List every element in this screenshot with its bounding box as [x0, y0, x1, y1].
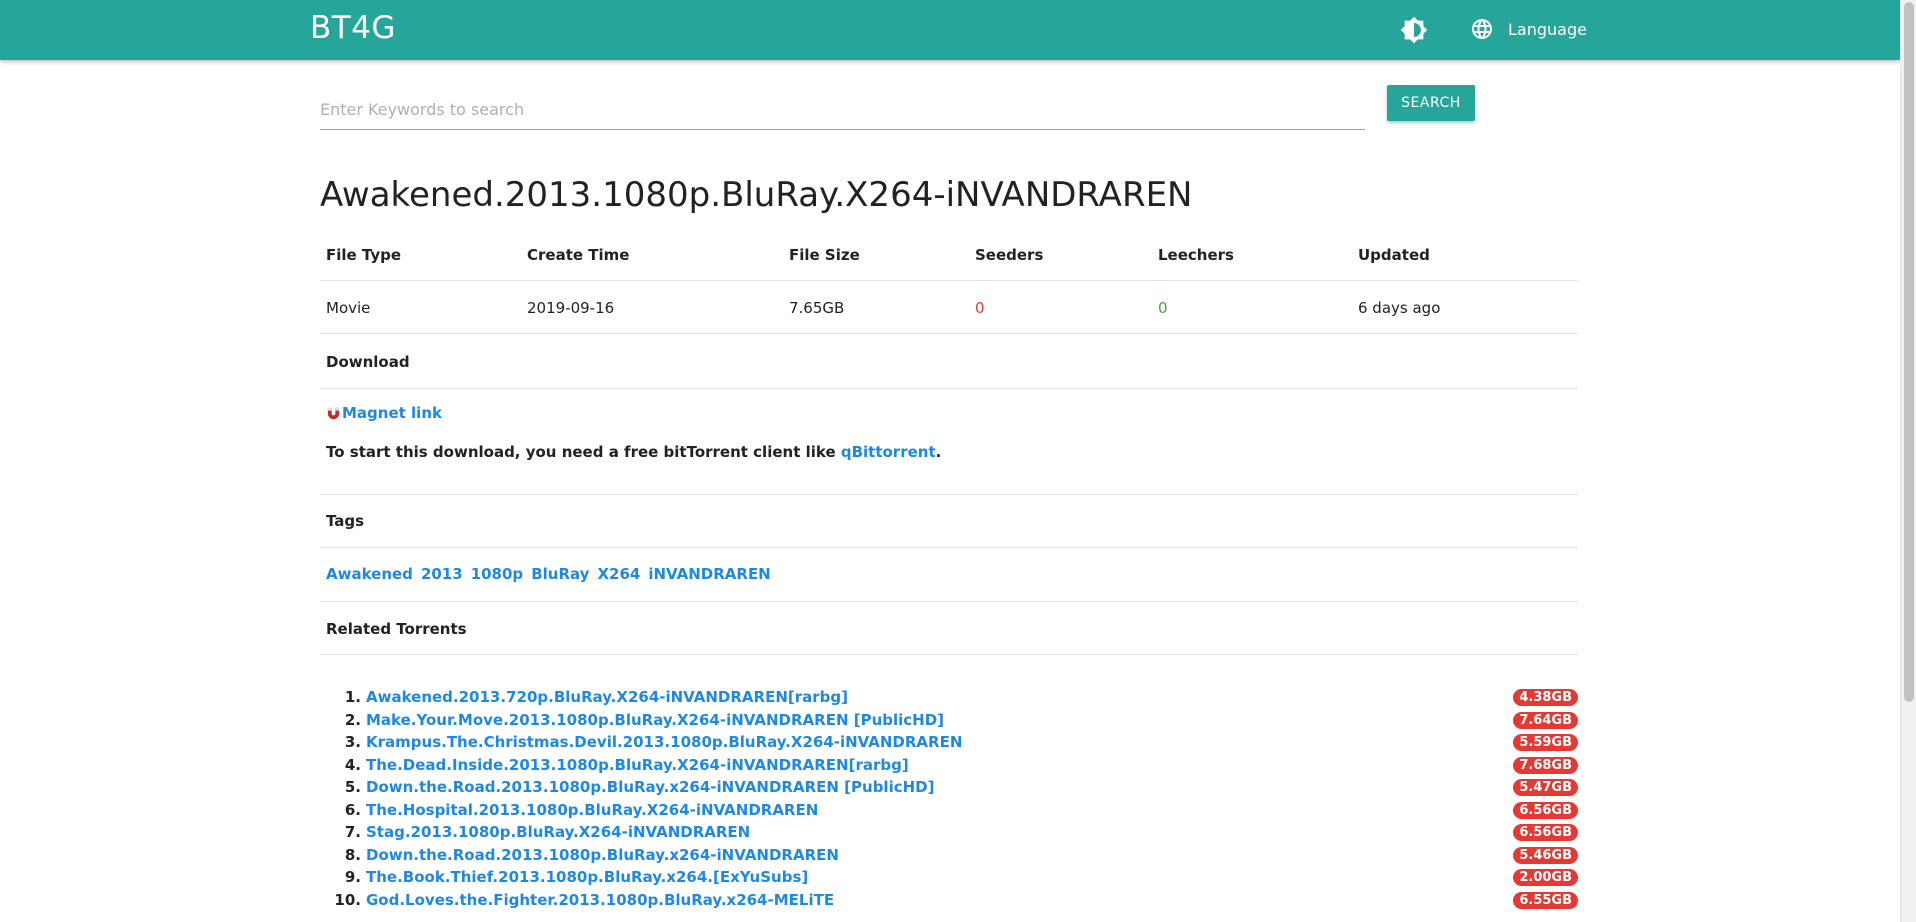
- related-torrent-link[interactable]: Stag.2013.1080p.BluRay.X264-iNVANDRAREN: [366, 823, 750, 841]
- tag-link[interactable]: X264: [597, 565, 640, 583]
- search-button[interactable]: SEARCH: [1387, 85, 1475, 121]
- size-badge: 4.38GB: [1513, 689, 1578, 706]
- item-number: 10.: [334, 890, 361, 909]
- list-item: 5. Down.the.Road.2013.1080p.BluRay.x264-i…: [330, 776, 1578, 799]
- client-hint-text: To start this download, you need a free …: [326, 443, 841, 461]
- qbittorrent-link[interactable]: qBittorrent: [841, 443, 936, 461]
- search-input[interactable]: [320, 90, 1365, 130]
- list-item: 7. Stag.2013.1080p.BluRay.X264-iNVANDRARE…: [330, 821, 1578, 844]
- list-item: 2. Make.Your.Move.2013.1080p.BluRay.X264-…: [330, 709, 1578, 732]
- header-leechers: Leechers: [1158, 246, 1234, 264]
- related-torrent-link[interactable]: Awakened.2013.720p.BluRay.X264-iNVANDRAR…: [366, 688, 848, 706]
- theme-toggle-icon[interactable]: [1400, 16, 1428, 44]
- magnet-link-label[interactable]: Magnet link: [342, 404, 442, 422]
- size-badge: 6.56GB: [1513, 824, 1578, 841]
- item-number: 5.: [344, 778, 361, 797]
- tag-link[interactable]: 1080p: [471, 565, 524, 583]
- related-torrent-link[interactable]: God.Loves.the.Fighter.2013.1080p.BluRay.…: [366, 891, 834, 909]
- info-header-row: File Type Create Time File Size Seeders …: [320, 228, 1578, 281]
- size-badge: 2.00GB: [1513, 869, 1578, 886]
- torrent-info-table: File Type Create Time File Size Seeders …: [320, 228, 1578, 334]
- list-item: 9. The.Book.Thief.2013.1080p.BluRay.x264.…: [330, 866, 1578, 889]
- tag-link[interactable]: BluRay: [531, 565, 589, 583]
- list-item: 1. Awakened.2013.720p.BluRay.X264-iNVANDR…: [330, 686, 1578, 709]
- scrollbar-thumb[interactable]: [1904, 2, 1914, 702]
- header-file-size: File Size: [789, 246, 860, 264]
- size-badge: 5.47GB: [1513, 779, 1578, 796]
- file-size-value: 7.65GB: [789, 299, 845, 317]
- download-heading-text: Download: [326, 353, 410, 371]
- related-torrents-list: 1. Awakened.2013.720p.BluRay.X264-iNVANDR…: [330, 686, 1578, 911]
- tag-link[interactable]: iNVANDRAREN: [648, 565, 770, 583]
- tag-link[interactable]: Awakened: [326, 565, 413, 583]
- globe-icon: [1472, 19, 1492, 39]
- list-item: 3. Krampus.The.Christmas.Devil.2013.1080p…: [330, 731, 1578, 754]
- top-navbar: BT4G Language: [0, 0, 1900, 60]
- related-torrent-link[interactable]: The.Hospital.2013.1080p.BluRay.X264-iNVA…: [366, 801, 818, 819]
- list-item: 4. The.Dead.Inside.2013.1080p.BluRay.X264…: [330, 754, 1578, 777]
- related-torrent-link[interactable]: The.Dead.Inside.2013.1080p.BluRay.X264-i…: [366, 756, 909, 774]
- header-updated: Updated: [1358, 246, 1430, 264]
- list-item: 6. The.Hospital.2013.1080p.BluRay.X264-iN…: [330, 799, 1578, 822]
- magnet-link[interactable]: Magnet link: [326, 404, 442, 422]
- client-hint: To start this download, you need a free …: [326, 443, 941, 461]
- tag-link[interactable]: 2013: [421, 565, 463, 583]
- language-label: Language: [1508, 19, 1587, 39]
- related-torrent-link[interactable]: Krampus.The.Christmas.Devil.2013.1080p.B…: [366, 733, 962, 751]
- tags-heading-text: Tags: [326, 512, 365, 530]
- create-time-value: 2019-09-16: [527, 299, 615, 317]
- size-badge: 5.59GB: [1513, 734, 1578, 751]
- page-title: Awakened.2013.1080p.BluRay.X264-iNVANDRA…: [320, 175, 1193, 215]
- item-number: 4.: [344, 755, 361, 774]
- related-torrent-link[interactable]: Down.the.Road.2013.1080p.BluRay.x264-iNV…: [366, 846, 839, 864]
- item-number: 6.: [344, 800, 361, 819]
- related-torrent-link[interactable]: Down.the.Road.2013.1080p.BluRay.x264-iNV…: [366, 778, 934, 796]
- header-seeders: Seeders: [975, 246, 1044, 264]
- item-number: 3.: [344, 733, 361, 752]
- magnet-icon: [327, 407, 340, 419]
- client-hint-suffix: .: [935, 443, 942, 461]
- related-heading: Related Torrents: [320, 601, 1578, 655]
- item-number: 9.: [344, 868, 361, 887]
- leechers-value: 0: [1158, 299, 1168, 317]
- size-badge: 5.46GB: [1513, 846, 1578, 864]
- item-number: 8.: [344, 845, 361, 864]
- tags-heading: Tags: [320, 494, 1578, 548]
- size-badge: 6.55GB: [1513, 891, 1578, 909]
- header-file-type: File Type: [326, 246, 402, 264]
- item-number: 2.: [344, 710, 361, 729]
- info-value-row: Movie 2019-09-16 7.65GB 0 0 6 days ago: [320, 281, 1578, 334]
- list-item: 10. God.Loves.the.Fighter.2013.1080p.BluR…: [330, 889, 1578, 912]
- updated-value: 6 days ago: [1358, 299, 1441, 317]
- file-type-value: Movie: [326, 299, 371, 317]
- list-item: 8. Down.the.Road.2013.1080p.BluRay.x264-i…: [330, 844, 1578, 867]
- header-create-time: Create Time: [527, 246, 630, 264]
- language-button[interactable]: Language: [1470, 14, 1587, 44]
- brand-logo[interactable]: BT4G: [310, 10, 396, 46]
- related-torrent-link[interactable]: Make.Your.Move.2013.1080p.BluRay.X264-iN…: [366, 711, 944, 729]
- size-badge: 6.56GB: [1513, 801, 1578, 819]
- related-heading-text: Related Torrents: [326, 620, 467, 638]
- size-badge: 7.64GB: [1513, 711, 1578, 729]
- item-number: 1.: [344, 688, 361, 707]
- page-scrollbar[interactable]: [1900, 0, 1916, 922]
- seeders-value: 0: [975, 299, 985, 317]
- item-number: 7.: [344, 823, 361, 842]
- tag-list: Awakened 2013 1080p BluRay X264 iNVANDRA…: [326, 565, 771, 583]
- download-heading: Download: [320, 335, 1578, 389]
- related-torrent-link[interactable]: The.Book.Thief.2013.1080p.BluRay.x264.[E…: [366, 868, 808, 886]
- size-badge: 7.68GB: [1513, 756, 1578, 774]
